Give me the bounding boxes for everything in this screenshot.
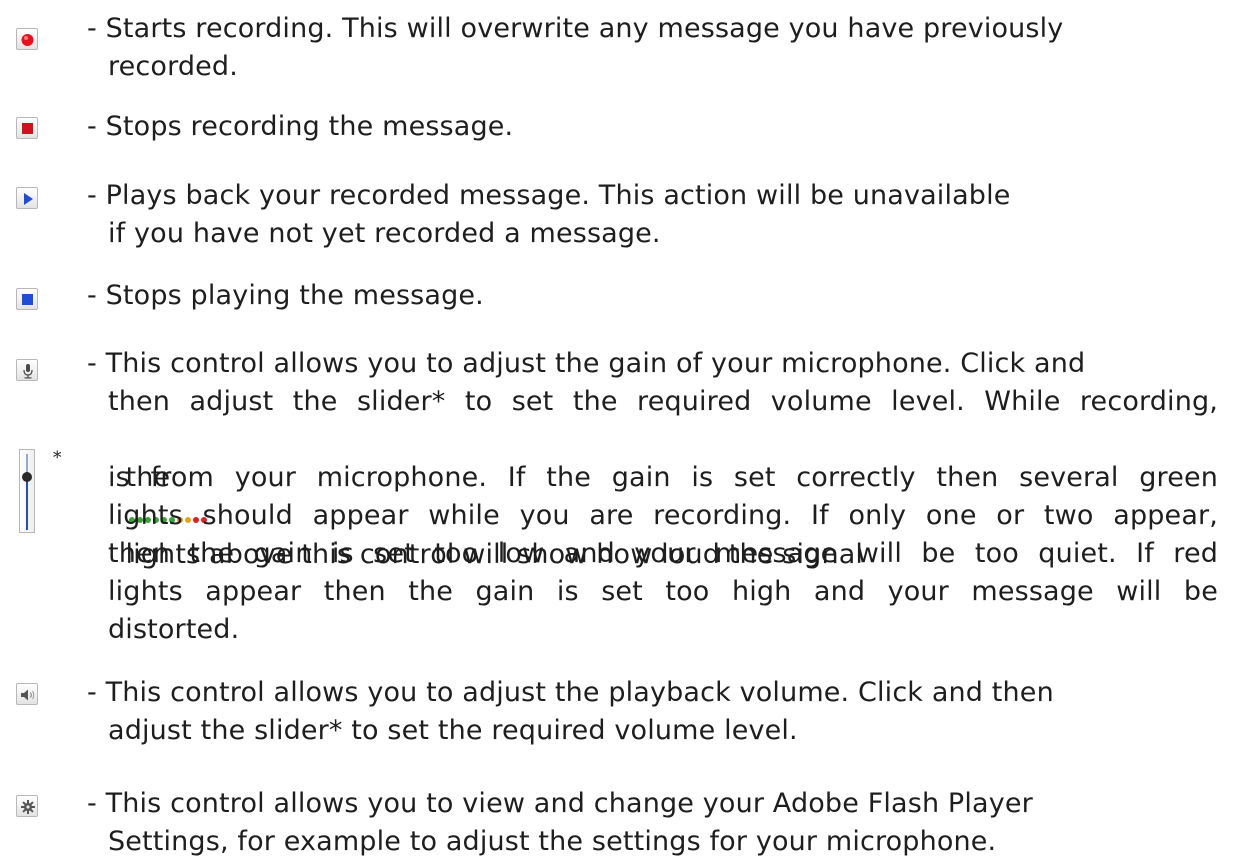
item-text-line: then the gain is set too low and your me… [108, 538, 1218, 569]
gear-settings-icon [16, 795, 38, 817]
item-text-line: - This control allows you to adjust the … [87, 348, 1086, 379]
item-text-line: - This control allows you to adjust the … [87, 677, 1054, 708]
item-text-line: - Stops recording the message. [87, 111, 514, 142]
stop-playing-icon [16, 288, 38, 310]
play-icon [16, 187, 38, 209]
item-text-line: is from your microphone. If the gain is … [108, 462, 1218, 493]
slider-icon [19, 449, 35, 533]
item-text-line: if you have not yet recorded a message. [108, 218, 661, 249]
item-text-line: Settings, for example to adjust the sett… [108, 826, 997, 857]
item-text-line: distorted. [108, 614, 240, 645]
item-text-line: lights appear then the gain is set too h… [108, 576, 1218, 607]
item-text-line: - This control allows you to view and ch… [87, 788, 1033, 819]
item-text-line: lights should appear while you are recor… [108, 500, 1218, 531]
microphone-icon [16, 359, 38, 381]
item-text-line: adjust the slider* to set the required v… [108, 715, 798, 746]
speaker-volume-icon [16, 683, 38, 705]
item-text-line: - Plays back your recorded message. This… [87, 180, 1011, 211]
item-text-line: - Starts recording. This will overwrite … [87, 13, 1064, 44]
record-icon [16, 28, 38, 50]
slider-asterisk: * [53, 448, 62, 468]
stop-recording-icon [16, 117, 38, 139]
item-text-line: recorded. [108, 51, 238, 82]
item-text-line: then adjust the slider* to set the requi… [108, 386, 1218, 417]
item-text-line: - Stops playing the message. [87, 280, 484, 311]
